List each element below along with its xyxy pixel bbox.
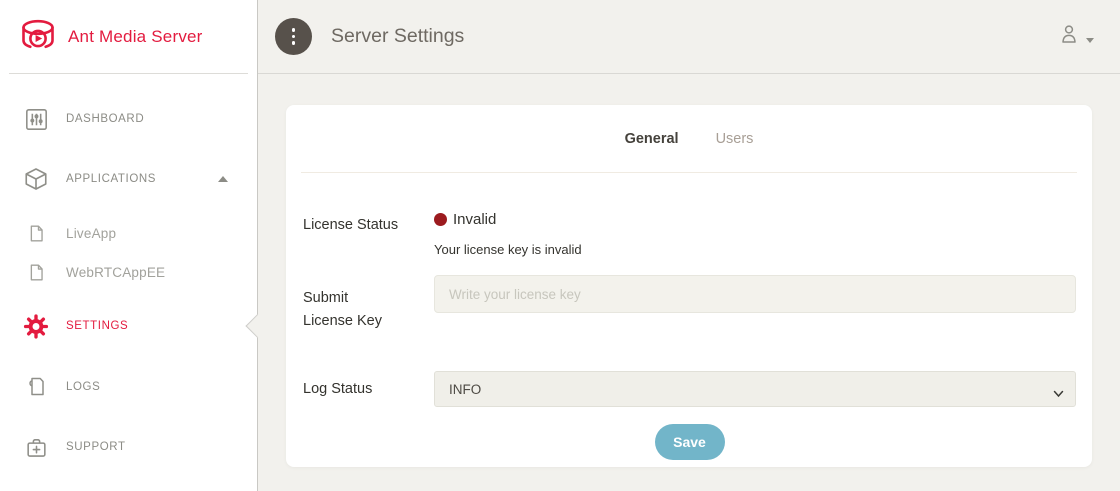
menu-toggle-button[interactable] <box>275 18 312 55</box>
page-title: Server Settings <box>331 25 464 48</box>
logs-icon <box>23 374 49 400</box>
sidebar-item-webrtcappee[interactable]: WebRTCAppEE <box>0 254 257 290</box>
user-menu[interactable] <box>1057 22 1094 51</box>
sidebar-nav: DASHBOARD APPLICATIONS LiveApp <box>0 74 257 469</box>
collapse-up-caret-icon[interactable] <box>218 176 228 182</box>
log-status-select[interactable]: INFO <box>434 371 1076 407</box>
settings-form: License Status Invalid Your license key … <box>286 173 1092 460</box>
sidebar-item-label: SUPPORT <box>66 441 126 453</box>
file-icon <box>23 259 49 285</box>
box-icon <box>23 166 49 192</box>
sidebar-item-label: WebRTCAppEE <box>66 265 165 280</box>
tab-general[interactable]: General <box>625 131 679 147</box>
invalid-status-dot-icon <box>434 213 447 226</box>
tabs: General Users <box>286 105 1092 172</box>
sidebar-item-logs[interactable]: LOGS <box>0 365 257 409</box>
license-status-label: License Status <box>303 211 434 257</box>
license-status-description: Your license key is invalid <box>434 242 1076 257</box>
log-status-label: Log Status <box>303 378 434 401</box>
settings-card: General Users License Status Invalid You… <box>286 105 1092 467</box>
sidebar-item-label: SETTINGS <box>66 320 128 332</box>
sidebar-item-label: APPLICATIONS <box>66 173 156 185</box>
sidebar: Ant Media Server DASHBOARD <box>0 0 258 491</box>
kebab-menu-icon <box>292 28 296 45</box>
save-button[interactable]: Save <box>655 424 725 460</box>
tab-users[interactable]: Users <box>716 131 754 147</box>
sidebar-item-settings[interactable]: SETTINGS <box>0 304 257 348</box>
gear-icon <box>23 313 49 339</box>
sidebar-item-dashboard[interactable]: DASHBOARD <box>0 97 257 141</box>
license-status-row: License Status Invalid Your license key … <box>303 211 1076 257</box>
license-key-label: Submit License Key <box>303 275 434 333</box>
sidebar-item-label: LiveApp <box>66 226 116 241</box>
ant-media-logo-icon <box>16 17 60 57</box>
sidebar-item-label: LOGS <box>66 381 100 393</box>
brand-name: Ant Media Server <box>68 27 203 47</box>
topbar: Server Settings <box>258 0 1120 74</box>
sidebar-item-liveapp[interactable]: LiveApp <box>0 215 257 251</box>
log-status-row: Log Status INFO <box>303 371 1076 407</box>
user-icon <box>1057 22 1081 51</box>
main-area: Server Settings General Users License St… <box>258 0 1120 491</box>
sidebar-item-label: DASHBOARD <box>66 113 144 125</box>
caret-down-icon <box>1086 38 1094 43</box>
sidebar-item-applications[interactable]: APPLICATIONS <box>0 157 257 201</box>
file-icon <box>23 220 49 246</box>
sliders-icon <box>23 106 49 132</box>
license-key-row: Submit License Key <box>303 275 1076 333</box>
brand[interactable]: Ant Media Server <box>0 0 257 73</box>
license-status-value: Invalid <box>453 211 496 228</box>
license-key-input[interactable] <box>434 275 1076 313</box>
support-icon <box>23 434 49 460</box>
sidebar-item-support[interactable]: SUPPORT <box>0 425 257 469</box>
